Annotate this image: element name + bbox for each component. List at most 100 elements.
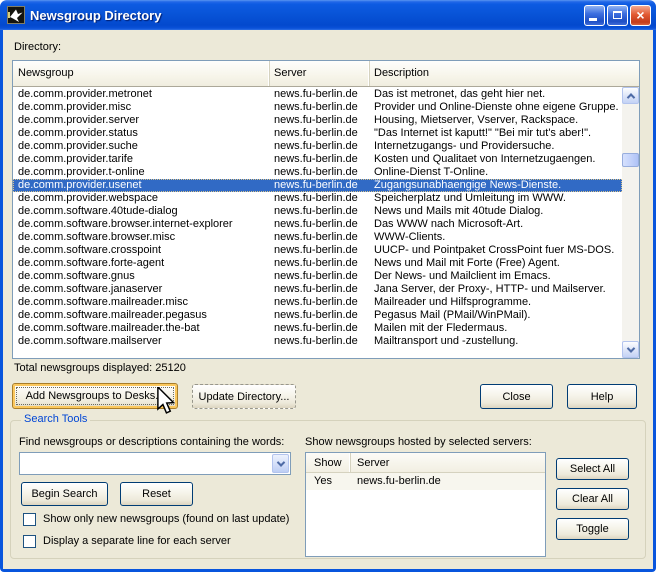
- table-row[interactable]: de.comm.provider.statusnews.fu-berlin.de…: [13, 127, 622, 140]
- table-cell: de.comm.software.crosspoint: [13, 244, 270, 257]
- table-cell: Speicherplatz und Umleitung im WWW.: [370, 192, 622, 205]
- window-title: Newsgroup Directory: [30, 8, 584, 23]
- table-cell: de.comm.provider.usenet: [13, 179, 270, 192]
- column-header-show[interactable]: Show: [306, 453, 351, 472]
- table-row[interactable]: de.comm.provider.metronetnews.fu-berlin.…: [13, 88, 622, 101]
- table-row[interactable]: de.comm.software.browser.internet-explor…: [13, 218, 622, 231]
- table-row[interactable]: de.comm.software.mailreader.pegasusnews.…: [13, 309, 622, 322]
- maximize-button[interactable]: [607, 5, 628, 26]
- total-newsgroups-label: Total newsgroups displayed: 25120: [14, 362, 186, 374]
- table-row[interactable]: de.comm.provider.servernews.fu-berlin.de…: [13, 114, 622, 127]
- begin-search-button[interactable]: Begin Search: [21, 482, 108, 506]
- table-row[interactable]: de.comm.provider.miscnews.fu-berlin.dePr…: [13, 101, 622, 114]
- table-cell: de.comm.software.gnus: [13, 270, 270, 283]
- server-cell: Yes: [306, 473, 351, 490]
- scroll-up-icon: [626, 93, 634, 101]
- add-newsgroups-button[interactable]: Add Newsgroups to Desks...: [12, 383, 178, 409]
- select-all-button[interactable]: Select All: [556, 458, 629, 480]
- table-row[interactable]: de.comm.provider.suchenews.fu-berlin.deI…: [13, 140, 622, 153]
- toggle-button[interactable]: Toggle: [556, 518, 629, 540]
- table-row[interactable]: de.comm.provider.tarifenews.fu-berlin.de…: [13, 153, 622, 166]
- table-cell: de.comm.software.browser.misc: [13, 231, 270, 244]
- checkbox-unchecked-icon: [23, 535, 36, 548]
- column-header-server2[interactable]: Server: [351, 453, 545, 472]
- table-cell: Housing, Mietserver, Vserver, Rackspace.: [370, 114, 622, 127]
- table-row[interactable]: de.comm.software.mailreader.the-batnews.…: [13, 322, 622, 335]
- table-cell: de.comm.software.mailreader.the-bat: [13, 322, 270, 335]
- table-cell: de.comm.software.40tude-dialog: [13, 205, 270, 218]
- close-dialog-button[interactable]: Close: [480, 384, 553, 409]
- table-cell: de.comm.provider.status: [13, 127, 270, 140]
- table-cell: de.comm.provider.t-online: [13, 166, 270, 179]
- table-cell: Der News- und Mailclient im Emacs.: [370, 270, 622, 283]
- table-cell: news.fu-berlin.de: [270, 270, 370, 283]
- newsgroup-rows: de.comm.provider.metronetnews.fu-berlin.…: [13, 88, 622, 348]
- list-body: de.comm.provider.metronetnews.fu-berlin.…: [13, 87, 639, 358]
- table-cell: Kosten und Qualitaet von Internetzugaeng…: [370, 153, 622, 166]
- table-cell: News und Mail mit Forte (Free) Agent.: [370, 257, 622, 270]
- table-cell: Jana Server, der Proxy-, HTTP- und Mails…: [370, 283, 622, 296]
- search-tools-group: Search Tools Find newsgroups or descript…: [10, 420, 646, 559]
- table-row[interactable]: de.comm.provider.t-onlinenews.fu-berlin.…: [13, 166, 622, 179]
- table-cell: news.fu-berlin.de: [270, 192, 370, 205]
- table-row[interactable]: de.comm.software.forte-agentnews.fu-berl…: [13, 257, 622, 270]
- table-cell: Das ist metronet, das geht hier net.: [370, 88, 622, 101]
- table-cell: Provider und Online-Dienste ohne eigene …: [370, 101, 622, 114]
- table-row[interactable]: de.comm.software.gnusnews.fu-berlin.deDe…: [13, 270, 622, 283]
- list-header: Newsgroup Server Description: [13, 61, 639, 87]
- table-cell: Mailreader und Hilfsprogramme.: [370, 296, 622, 309]
- table-cell: news.fu-berlin.de: [270, 166, 370, 179]
- table-cell: de.comm.software.janaserver: [13, 283, 270, 296]
- table-row[interactable]: de.comm.provider.webspacenews.fu-berlin.…: [13, 192, 622, 205]
- table-cell: News und Mails mit 40tude Dialog.: [370, 205, 622, 218]
- table-row[interactable]: de.comm.software.browser.miscnews.fu-ber…: [13, 231, 622, 244]
- table-row[interactable]: de.comm.software.janaservernews.fu-berli…: [13, 283, 622, 296]
- table-row[interactable]: de.comm.software.mailreader.miscnews.fu-…: [13, 296, 622, 309]
- update-directory-button[interactable]: Update Directory...: [192, 384, 296, 409]
- close-button[interactable]: ×: [630, 5, 651, 26]
- directory-label: Directory:: [14, 41, 61, 53]
- table-row[interactable]: de.comm.software.mailservernews.fu-berli…: [13, 335, 622, 348]
- table-cell: Mailtransport und -zustellung.: [370, 335, 622, 348]
- table-cell: news.fu-berlin.de: [270, 244, 370, 257]
- table-cell: de.comm.provider.metronet: [13, 88, 270, 101]
- vertical-scrollbar[interactable]: [622, 87, 639, 358]
- table-cell: news.fu-berlin.de: [270, 127, 370, 140]
- table-row[interactable]: de.comm.software.40tude-dialognews.fu-be…: [13, 205, 622, 218]
- table-cell: de.comm.software.browser.internet-explor…: [13, 218, 270, 231]
- column-header-newsgroup[interactable]: Newsgroup: [13, 61, 270, 86]
- table-cell: news.fu-berlin.de: [270, 322, 370, 335]
- table-cell: de.comm.provider.tarife: [13, 153, 270, 166]
- table-cell: news.fu-berlin.de: [270, 88, 370, 101]
- table-cell: de.comm.software.mailreader.pegasus: [13, 309, 270, 322]
- table-cell: news.fu-berlin.de: [270, 101, 370, 114]
- minimize-button[interactable]: [584, 5, 605, 26]
- search-combo: [19, 452, 291, 475]
- table-cell: de.comm.provider.server: [13, 114, 270, 127]
- table-row[interactable]: de.comm.provider.usenetnews.fu-berlin.de…: [13, 179, 622, 192]
- help-button[interactable]: Help: [567, 384, 637, 409]
- column-header-description[interactable]: Description: [370, 61, 639, 86]
- clear-all-button[interactable]: Clear All: [556, 488, 629, 510]
- search-tools-title: Search Tools: [21, 413, 90, 425]
- search-input[interactable]: [21, 454, 270, 473]
- scrollbar-thumb[interactable]: [622, 153, 639, 167]
- table-cell: UUCP- und Pointpaket CrossPoint fuer MS-…: [370, 244, 622, 257]
- table-cell: news.fu-berlin.de: [270, 153, 370, 166]
- table-cell: Internetzugangs- und Providersuche.: [370, 140, 622, 153]
- dialog-window: Newsgroup Directory × Directory: Newsgro…: [0, 0, 656, 572]
- scroll-up-button[interactable]: [622, 87, 639, 104]
- table-row[interactable]: de.comm.software.crosspointnews.fu-berli…: [13, 244, 622, 257]
- table-cell: news.fu-berlin.de: [270, 205, 370, 218]
- newsgroup-list: Newsgroup Server Description de.comm.pro…: [12, 60, 640, 359]
- scroll-down-button[interactable]: [622, 341, 639, 358]
- column-header-server[interactable]: Server: [270, 61, 370, 86]
- table-cell: WWW-Clients.: [370, 231, 622, 244]
- combo-dropdown-button[interactable]: [272, 454, 289, 473]
- reset-button[interactable]: Reset: [120, 482, 193, 506]
- table-cell: Pegasus Mail (PMail/WinPMail).: [370, 309, 622, 322]
- titlebar[interactable]: Newsgroup Directory ×: [0, 0, 656, 30]
- show-only-new-checkbox[interactable]: Show only new newsgroups (found on last …: [23, 512, 289, 526]
- server-row[interactable]: Yesnews.fu-berlin.de: [306, 473, 545, 490]
- separate-line-checkbox[interactable]: Display a separate line for each server: [23, 534, 231, 548]
